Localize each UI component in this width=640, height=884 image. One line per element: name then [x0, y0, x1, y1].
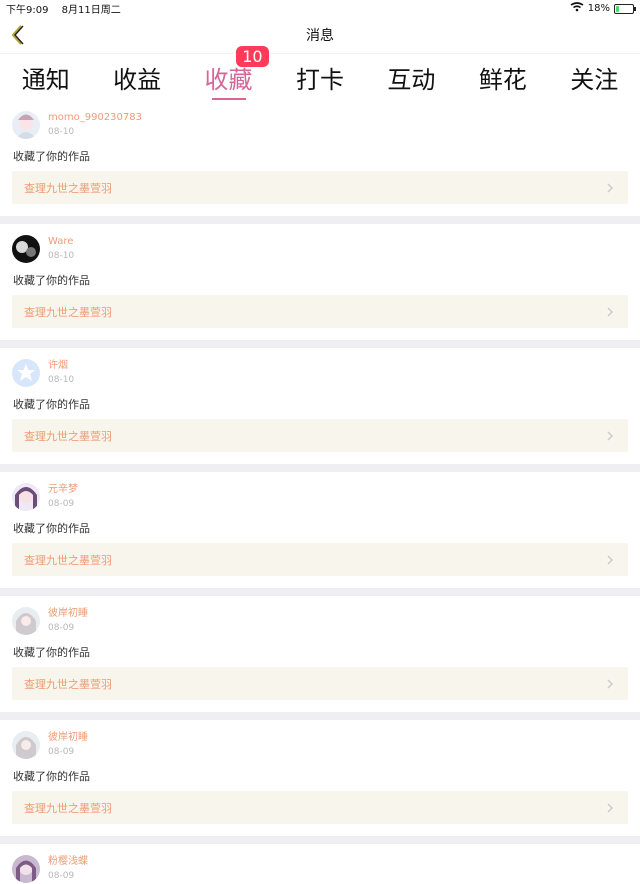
list-item: 彼岸初睡 08-09 收藏了你的作品 查理九世之墨萱羽	[0, 596, 640, 712]
work-title: 查理九世之墨萱羽	[24, 801, 112, 815]
message-date: 08-09	[48, 747, 75, 757]
avatar[interactable]	[12, 359, 40, 387]
user-name[interactable]: 许烟	[48, 360, 74, 372]
message-text: 收藏了你的作品	[13, 646, 90, 659]
message-text: 收藏了你的作品	[13, 274, 90, 287]
status-right: 18%	[570, 2, 636, 15]
message-text: 收藏了你的作品	[13, 398, 90, 411]
work-link[interactable]: 查理九世之墨萱羽	[12, 667, 628, 700]
list-item: 彼岸初睡 08-09 收藏了你的作品 查理九世之墨萱羽	[0, 720, 640, 836]
work-title: 查理九世之墨萱羽	[24, 553, 112, 567]
tab-bar: 通知 收益 收藏 10 打卡 互动 鲜花 关注	[0, 46, 640, 100]
message-text: 收藏了你的作品	[13, 770, 90, 783]
work-link[interactable]: 查理九世之墨萱羽	[12, 295, 628, 328]
list-item: Ware 08-10 收藏了你的作品 查理九世之墨萱羽	[0, 224, 640, 340]
tab-label: 通知	[21, 66, 70, 94]
user-name[interactable]: momo_990230783	[48, 112, 142, 124]
status-left: 下午9:09 8月11日周二	[6, 1, 131, 16]
nav-bar: 消息	[0, 17, 640, 53]
tab-favorites[interactable]: 收藏 10	[191, 46, 269, 100]
chevron-right-icon	[607, 555, 613, 564]
status-date: 8月11日周二	[61, 5, 121, 16]
favorites-badge: 10	[236, 46, 269, 67]
tab-flowers[interactable]: 鲜花	[465, 54, 541, 100]
status-bar: 下午9:09 8月11日周二 18%	[0, 0, 640, 17]
user-row[interactable]: 许烟 08-10	[12, 358, 628, 388]
battery-percent: 18%	[587, 3, 610, 14]
user-row[interactable]: 粉樱浅蝶 08-09	[12, 854, 628, 884]
tab-active-indicator	[211, 98, 246, 100]
avatar[interactable]	[12, 235, 40, 263]
user-row[interactable]: 彼岸初睡 08-09	[12, 606, 628, 636]
user-name[interactable]: 元辛梦	[48, 484, 78, 496]
list-item: 粉樱浅蝶 08-09	[0, 844, 640, 884]
tab-label: 打卡	[295, 66, 344, 94]
tab-label: 互动	[387, 66, 436, 94]
message-text: 收藏了你的作品	[13, 150, 90, 163]
message-text: 收藏了你的作品	[13, 522, 90, 535]
user-name[interactable]: 粉樱浅蝶	[48, 856, 88, 868]
avatar[interactable]	[12, 607, 40, 635]
tab-earnings[interactable]: 收益	[99, 54, 175, 100]
battery-icon	[614, 3, 636, 14]
status-time: 下午9:09	[6, 5, 49, 16]
message-date: 08-10	[48, 251, 75, 261]
work-link[interactable]: 查理九世之墨萱羽	[12, 171, 628, 204]
tab-notice[interactable]: 通知	[8, 54, 84, 100]
tab-label: 收藏	[204, 66, 253, 94]
avatar[interactable]	[12, 483, 40, 511]
list-item: momo_990230783 08-10 收藏了你的作品 查理九世之墨萱羽	[0, 100, 640, 216]
work-title: 查理九世之墨萱羽	[24, 429, 112, 443]
tab-checkin[interactable]: 打卡	[282, 54, 358, 100]
avatar[interactable]	[12, 731, 40, 759]
user-row[interactable]: 彼岸初睡 08-09	[12, 730, 628, 760]
user-row[interactable]: momo_990230783 08-10	[12, 110, 628, 140]
user-row[interactable]: 元辛梦 08-09	[12, 482, 628, 512]
work-title: 查理九世之墨萱羽	[24, 677, 112, 691]
avatar[interactable]	[12, 855, 40, 883]
avatar[interactable]	[12, 111, 40, 139]
work-title: 查理九世之墨萱羽	[24, 181, 112, 195]
user-row[interactable]: Ware 08-10	[12, 234, 628, 264]
list-item: 元辛梦 08-09 收藏了你的作品 查理九世之墨萱羽	[0, 472, 640, 588]
user-name[interactable]: 彼岸初睡	[48, 608, 88, 620]
chevron-right-icon	[607, 679, 613, 688]
message-date: 08-09	[48, 623, 75, 633]
message-date: 08-09	[48, 871, 75, 881]
message-list: momo_990230783 08-10 收藏了你的作品 查理九世之墨萱羽 Wa…	[0, 100, 640, 884]
back-icon	[11, 25, 24, 45]
chevron-right-icon	[607, 307, 613, 316]
chevron-right-icon	[607, 183, 613, 192]
page-title: 消息	[306, 28, 334, 44]
tab-label: 关注	[570, 66, 619, 94]
user-name[interactable]: Ware	[48, 236, 74, 248]
wifi-icon	[570, 2, 584, 15]
work-link[interactable]: 查理九世之墨萱羽	[12, 543, 628, 576]
user-name[interactable]: 彼岸初睡	[48, 732, 88, 744]
tab-label: 鲜花	[478, 66, 527, 94]
message-date: 08-10	[48, 127, 75, 137]
list-item: 许烟 08-10 收藏了你的作品 查理九世之墨萱羽	[0, 348, 640, 464]
chevron-right-icon	[607, 803, 613, 812]
work-title: 查理九世之墨萱羽	[24, 305, 112, 319]
chevron-right-icon	[607, 431, 613, 440]
tab-interactions[interactable]: 互动	[373, 54, 449, 100]
work-link[interactable]: 查理九世之墨萱羽	[12, 419, 628, 452]
message-date: 08-09	[48, 499, 75, 509]
back-button[interactable]	[6, 23, 28, 47]
message-date: 08-10	[48, 375, 75, 385]
tab-label: 收益	[113, 66, 162, 94]
work-link[interactable]: 查理九世之墨萱羽	[12, 791, 628, 824]
tab-follow[interactable]: 关注	[556, 54, 632, 100]
